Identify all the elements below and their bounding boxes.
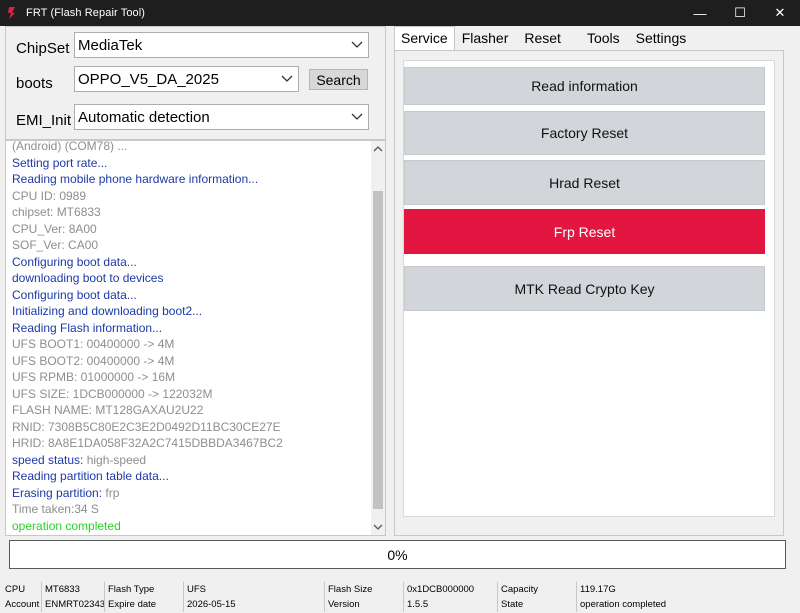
chipset-label: ChipSet [16, 40, 70, 57]
state-value: operation completed [576, 597, 666, 612]
cpu-value: MT6833 [41, 582, 80, 597]
capacity-label: Capacity [497, 582, 538, 597]
expire-date-value: 2026-05-15 [183, 597, 236, 612]
state-label: State [497, 597, 523, 612]
title-bar: FRT (Flash Repair Tool) — ☐ ✕ [0, 0, 800, 26]
log-line-label: Erasing partition: [12, 485, 106, 500]
boots-select[interactable]: OPPO_V5_DA_2025 [74, 66, 299, 92]
tab-settings[interactable]: Settings [629, 26, 694, 50]
log-line: SOF_Ver: CA00 [12, 238, 99, 252]
emi-label: EMI_Init [16, 112, 72, 129]
scroll-thumb[interactable] [373, 191, 383, 509]
cpu-label: CPU [5, 584, 26, 595]
tab-bar: Service Flasher Reset Tools Settings [394, 26, 694, 51]
log-line: operation completed [12, 518, 121, 533]
log-output[interactable]: (Android) (COM78) ... Setting port rate..… [5, 140, 386, 536]
log-line: Reading partition table data... [12, 469, 169, 483]
log-line: UFS SIZE: 1DCB000000 -> 122032M [12, 386, 213, 401]
version-value: 1.5.5 [403, 597, 428, 612]
log-line: FLASH NAME: MT128GAXAU2U22 [12, 403, 204, 417]
progress-bar: 0% [9, 540, 786, 569]
status-row: CPU MT6833 Flash Type UFS Flash Size 0x1… [0, 582, 800, 597]
flash-size-label: Flash Size [324, 582, 372, 597]
log-line: Erasing partition: frp [12, 485, 372, 502]
log-line: UFS BOOT1: 00400000 -> 4M [12, 337, 175, 351]
log-line: chipset: MT6833 [12, 205, 101, 219]
window-title: FRT (Flash Repair Tool) [26, 7, 146, 19]
log-lines: (Android) (COM78) ... Setting port rate..… [12, 140, 372, 534]
capacity-value: 119.17G [576, 582, 616, 597]
chevron-down-icon [281, 75, 293, 82]
flash-size-value: 0x1DCB000000 [403, 582, 474, 597]
log-line: CPU ID: 0989 [12, 188, 87, 203]
log-line: (Android) (COM78) ... [12, 140, 128, 153]
read-information-button[interactable]: Read information [404, 67, 765, 105]
status-bar: CPU MT6833 Flash Type UFS Flash Size 0x1… [0, 581, 800, 613]
flash-type-label: Flash Type [104, 582, 154, 597]
log-line-label: speed status: [12, 452, 87, 467]
log-line: HRID: 8A8E1DA058F32A2C7415DBBDA3467BC2 [12, 436, 283, 450]
maximize-button[interactable]: ☐ [720, 0, 760, 26]
chipset-value: MediaTek [78, 36, 143, 54]
search-button[interactable]: Search [309, 69, 368, 90]
emi-select[interactable]: Automatic detection [74, 104, 369, 130]
app-logo-icon [8, 7, 15, 19]
log-line: Reading Flash information... [12, 320, 163, 335]
factory-reset-button[interactable]: Factory Reset [404, 111, 765, 155]
progress-text: 0% [387, 546, 408, 563]
log-line: Setting port rate... [12, 155, 108, 170]
log-scrollbar[interactable] [371, 141, 385, 535]
log-line: Reading mobile phone hardware informatio… [12, 172, 259, 186]
tab-service[interactable]: Service [394, 26, 455, 51]
log-line: UFS BOOT2: 00400000 -> 4M [12, 353, 175, 368]
close-button[interactable]: ✕ [760, 0, 800, 26]
version-label: Version [324, 597, 360, 612]
config-panel: ChipSet MediaTek boots OPPO_V5_DA_2025 S… [5, 26, 386, 140]
tab-reset[interactable]: Reset [515, 26, 576, 50]
log-line: RNID: 7308B5C80E2C3E2D0492D11BC30CE27E [12, 419, 281, 434]
scroll-up-icon[interactable] [373, 144, 383, 154]
log-line: downloading boot to devices [12, 271, 164, 285]
scroll-down-icon[interactable] [373, 522, 383, 532]
minimize-button[interactable]: — [680, 0, 720, 26]
boots-value: OPPO_V5_DA_2025 [78, 70, 219, 88]
tab-tools[interactable]: Tools [576, 26, 629, 50]
account-label: Account [5, 599, 40, 610]
account-value: ENMRT02343 [41, 597, 105, 612]
hard-reset-button[interactable]: Hrad Reset [404, 160, 765, 205]
frp-reset-button[interactable]: Frp Reset [404, 209, 765, 254]
log-line: CPU_Ver: 8A00 [12, 221, 97, 236]
chevron-down-icon [351, 41, 363, 48]
log-line: Time taken:34 S [12, 502, 99, 516]
expire-date-label: Expire date [104, 597, 156, 612]
log-line-value: high-speed [86, 452, 147, 467]
log-line: Initializing and downloading boot2... [12, 304, 203, 318]
tab-flasher[interactable]: Flasher [455, 26, 516, 50]
log-line: Configuring boot data... [12, 254, 137, 269]
mtk-read-crypto-key-button[interactable]: MTK Read Crypto Key [404, 266, 765, 311]
chipset-select[interactable]: MediaTek [74, 32, 369, 58]
flash-type-value: UFS [183, 582, 206, 597]
boots-label: boots [16, 75, 53, 92]
log-line-value: frp [105, 485, 120, 500]
log-line: Configuring boot data... [12, 287, 137, 302]
log-line: speed status: high-speed [12, 452, 372, 469]
emi-value: Automatic detection [78, 108, 210, 126]
log-line: UFS RPMB: 01000000 -> 16M [12, 370, 176, 384]
chevron-down-icon [351, 113, 363, 120]
status-row: Account ENMRT02343 Expire date 2026-05-1… [0, 597, 800, 612]
